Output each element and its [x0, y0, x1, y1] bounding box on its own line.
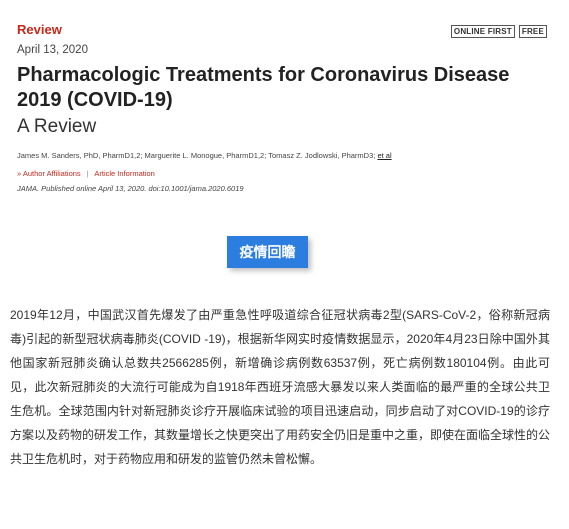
author-list: James M. Sanders, PhD, PharmD1,2; Margue… [17, 151, 392, 160]
online-first-badge: ONLINE FIRST [450, 25, 515, 38]
article-body: 2019年12月，中国武汉首先爆发了由严重急性呼吸道综合征冠状病毒2型(SARS… [10, 308, 551, 466]
publish-date: April 13, 2020 [17, 44, 88, 56]
article-header-card: Review ONLINE FIRST FREE April 13, 2020 … [0, 0, 569, 220]
review-button[interactable]: 疫情回瞻 [227, 236, 308, 268]
citation: JAMA. Published online April 13, 2020. d… [17, 184, 244, 193]
free-badge: FREE [518, 25, 547, 38]
chevron-right-icon: » [17, 169, 22, 178]
article-information-link[interactable]: Article Information [94, 169, 154, 178]
article-subtitle: A Review [17, 116, 97, 137]
section-label: Review [17, 22, 62, 37]
authors-text: James M. Sanders, PhD, PharmD1,2; Margue… [17, 151, 376, 160]
link-separator: | [86, 169, 89, 178]
author-affiliations-link[interactable]: Author Affiliations [23, 169, 81, 178]
article-title: Pharmacologic Treatments for Coronavirus… [17, 64, 510, 111]
et-al-link[interactable]: et al [377, 151, 391, 160]
article-links: » Author Affiliations | Article Informat… [17, 169, 155, 178]
badge-group: ONLINE FIRST FREE [450, 25, 547, 38]
